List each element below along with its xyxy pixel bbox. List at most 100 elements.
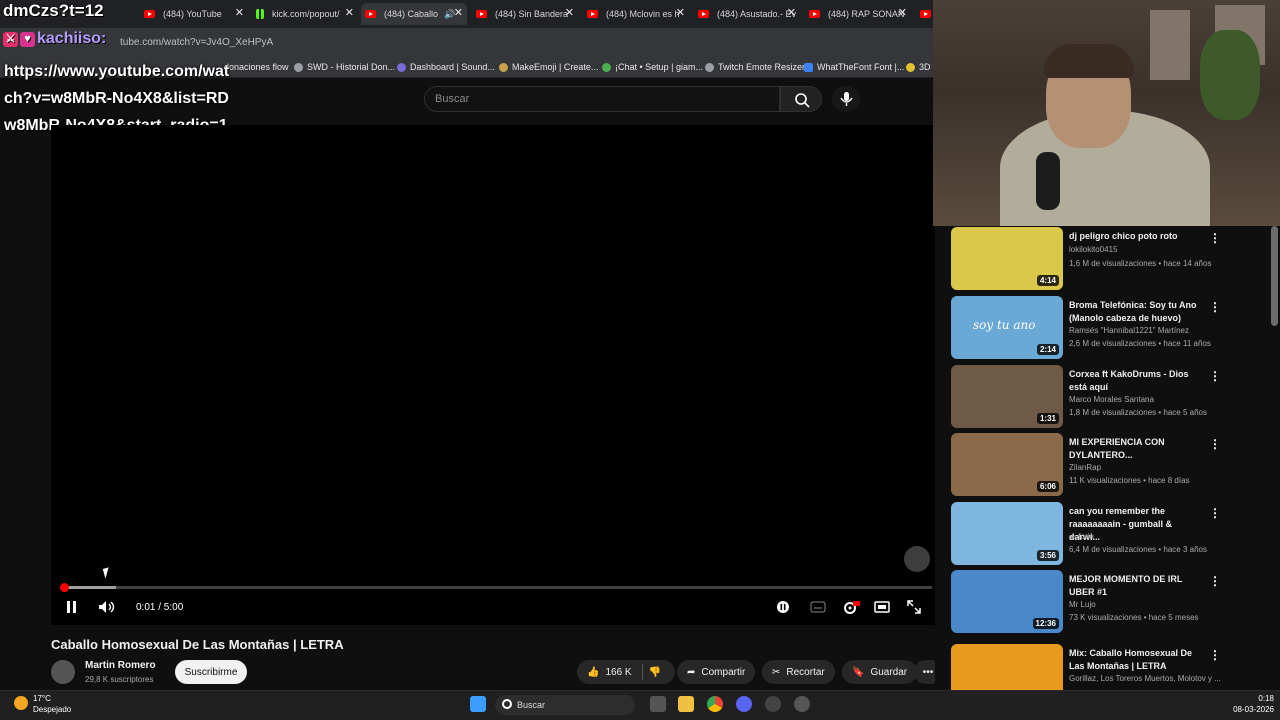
bookmark-item[interactable]: ¡Chat • Setup | giam...	[602, 62, 703, 72]
close-tab-icon[interactable]: ✕	[676, 6, 685, 19]
tab-rap-sonando[interactable]: (484) RAP SONAN ✕	[805, 3, 911, 25]
like-button[interactable]: 👍 166 K 👎	[577, 660, 675, 684]
autoplay-toggle[interactable]	[776, 600, 790, 617]
tab-youtube[interactable]: (484) YouTube ✕	[140, 3, 248, 25]
more-options-icon[interactable]: ⋮	[1209, 506, 1221, 520]
close-tab-icon[interactable]: ✕	[898, 6, 907, 19]
video-thumbnail[interactable]: 1:31	[951, 365, 1063, 428]
thumbs-down-icon[interactable]: 👎	[649, 667, 661, 678]
system-clock[interactable]: 0:18 08-03-2026	[1210, 693, 1274, 715]
recommendation-title[interactable]: dj peligro chico poto roto	[1069, 230, 1204, 243]
tab-caballo[interactable]: (484) Caballo 🔊 ✕	[361, 3, 467, 25]
video-thumbnail[interactable]	[951, 644, 1063, 690]
tab-overflow[interactable]	[916, 3, 934, 25]
windows-start-icon[interactable]	[470, 696, 486, 712]
file-explorer-icon[interactable]	[678, 696, 694, 712]
recommendation-title[interactable]: MI EXPERIENCIA CON DYLANTERO...	[1069, 436, 1204, 462]
clip-button[interactable]: ✂ Recortar	[762, 660, 835, 684]
more-options-icon[interactable]: ⋮	[1209, 231, 1221, 245]
video-thumbnail[interactable]: soy tu ano 2:14	[951, 296, 1063, 359]
url-text[interactable]: tube.com/watch?v=Jv4O_XeHPyA	[120, 37, 273, 48]
recommendation-meta: 6,4 M de visualizaciones • hace 3 años	[1069, 545, 1207, 554]
kick-icon	[256, 9, 264, 19]
save-button[interactable]: 🔖 Guardar	[842, 660, 918, 684]
share-button[interactable]: ➦ Compartir	[677, 660, 756, 684]
buffer-bar	[63, 586, 116, 589]
pause-button[interactable]	[66, 600, 78, 617]
bookmark-item[interactable]: 3D	[906, 62, 931, 72]
video-player[interactable]	[51, 125, 935, 625]
more-options-icon[interactable]: ⋮	[1209, 437, 1221, 451]
recommendation-channel[interactable]: ★ foria	[1069, 532, 1094, 541]
video-thumbnail[interactable]: 12:36	[951, 570, 1063, 633]
recommendation-item[interactable]: Mix: Caballo Homosexual De Las Montañas …	[951, 644, 1251, 690]
recommendation-item[interactable]: soy tu ano 2:14 Broma Telefónica: Soy tu …	[951, 296, 1251, 360]
close-tab-icon[interactable]: ✕	[235, 6, 244, 19]
voice-search-button[interactable]	[832, 86, 860, 112]
theater-mode-button[interactable]	[874, 600, 890, 617]
subscribe-button[interactable]: Suscribirme	[175, 660, 247, 684]
scrubber-handle[interactable]	[60, 583, 69, 592]
video-thumbnail[interactable]: 6:06	[951, 433, 1063, 496]
recommendation-title[interactable]: Mix: Caballo Homosexual De Las Montañas …	[1069, 647, 1204, 673]
task-view-icon[interactable]	[650, 696, 666, 712]
more-options-icon[interactable]: ⋮	[1209, 648, 1221, 662]
app-icon[interactable]	[765, 696, 781, 712]
weather-icon	[14, 696, 28, 710]
bookmark-item[interactable]: Twitch Emote Resizer	[705, 62, 805, 72]
bookmark-item[interactable]: MakeEmoji | Create...	[499, 62, 598, 72]
volume-button[interactable]	[98, 600, 116, 617]
recommendation-channel[interactable]: Marco Morales Santana	[1069, 395, 1154, 404]
bookmark-item[interactable]: SWD - Historial Don...	[294, 62, 395, 72]
settings-button[interactable]	[842, 600, 860, 619]
fullscreen-button[interactable]	[907, 600, 921, 617]
bookmark-item[interactable]: Dashboard | Sound...	[397, 62, 495, 72]
globe-icon	[294, 62, 303, 72]
scrollbar[interactable]	[1271, 226, 1278, 326]
recommendation-item[interactable]: 6:06 MI EXPERIENCIA CON DYLANTERO... Zil…	[951, 433, 1251, 497]
bookmark-item[interactable]: WhatTheFont Font |...	[804, 62, 904, 72]
search-button[interactable]	[780, 86, 822, 112]
channel-name[interactable]: Martin Romero	[85, 660, 156, 671]
channel-avatar[interactable]	[51, 660, 75, 684]
recommendation-channel[interactable]: Ramsés "Hannibal1221" Martínez	[1069, 326, 1189, 335]
recommendation-item[interactable]: 1:31 Corxea ft KakoDrums - Dios está aqu…	[951, 365, 1251, 429]
recommendation-item[interactable]: 3:56 can you remember the raaaaaaaain - …	[951, 502, 1251, 566]
weather-widget[interactable]: 17°C Despejado	[33, 693, 71, 715]
video-thumbnail[interactable]: 4:14	[951, 227, 1063, 290]
close-tab-icon[interactable]: ✕	[787, 6, 796, 19]
recommendation-item[interactable]: 12:36 MEJOR MOMENTO DE IRL UBER #1 Mr Lu…	[951, 570, 1251, 634]
obs-icon[interactable]	[794, 696, 810, 712]
close-tab-icon[interactable]: ✕	[454, 6, 463, 19]
search-input[interactable]: Buscar	[424, 86, 780, 112]
more-options-icon[interactable]: ⋮	[1209, 574, 1221, 588]
recommendation-meta: 1,8 M de visualizaciones • hace 5 años	[1069, 408, 1207, 417]
close-tab-icon[interactable]: ✕	[345, 6, 354, 19]
subtitles-button[interactable]	[810, 600, 826, 617]
more-options-icon[interactable]: ⋮	[1209, 300, 1221, 314]
recommendation-item[interactable]: 4:14 dj peligro chico poto roto lokiloki…	[951, 227, 1251, 291]
recommendation-title[interactable]: MEJOR MOMENTO DE IRL UBER #1	[1069, 573, 1204, 599]
tab-mclovin[interactable]: (484) Mclovin es h ✕	[583, 3, 689, 25]
search-icon	[795, 93, 810, 108]
recommendation-channel[interactable]: Gorillaz, Los Toreros Muertos, Molotov y…	[1069, 674, 1221, 683]
recommendation-title[interactable]: Broma Telefónica: Soy tu Ano (Manolo cab…	[1069, 299, 1204, 325]
channel-watermark-icon[interactable]	[904, 546, 930, 572]
taskbar-search[interactable]: Buscar	[495, 695, 635, 715]
video-thumbnail[interactable]: 3:56	[951, 502, 1063, 565]
webcam-window	[1150, 10, 1190, 80]
tab-sin-bandera[interactable]: (484) Sin Bandera ✕	[472, 3, 578, 25]
recommendation-channel[interactable]: lokilokito0415	[1069, 245, 1117, 254]
chrome-icon[interactable]	[707, 696, 723, 712]
recommendation-channel[interactable]: ZilanRap	[1069, 463, 1101, 472]
progress-bar[interactable]	[63, 586, 932, 589]
recommendation-title[interactable]: Corxea ft KakoDrums - Dios está aquí	[1069, 368, 1204, 394]
tab-kick[interactable]: kick.com/popout/✕	[252, 3, 358, 25]
webcam-hair	[1044, 44, 1134, 78]
close-tab-icon[interactable]: ✕	[565, 6, 574, 19]
tab-asustado[interactable]: (484) Asustado.- Ev ✕	[694, 3, 800, 25]
discord-icon[interactable]	[736, 696, 752, 712]
recommendation-channel[interactable]: Mr Lujo	[1069, 600, 1096, 609]
more-options-icon[interactable]: ⋮	[1209, 369, 1221, 383]
recommendation-meta: 2,6 M de visualizaciones • hace 11 años	[1069, 339, 1211, 348]
